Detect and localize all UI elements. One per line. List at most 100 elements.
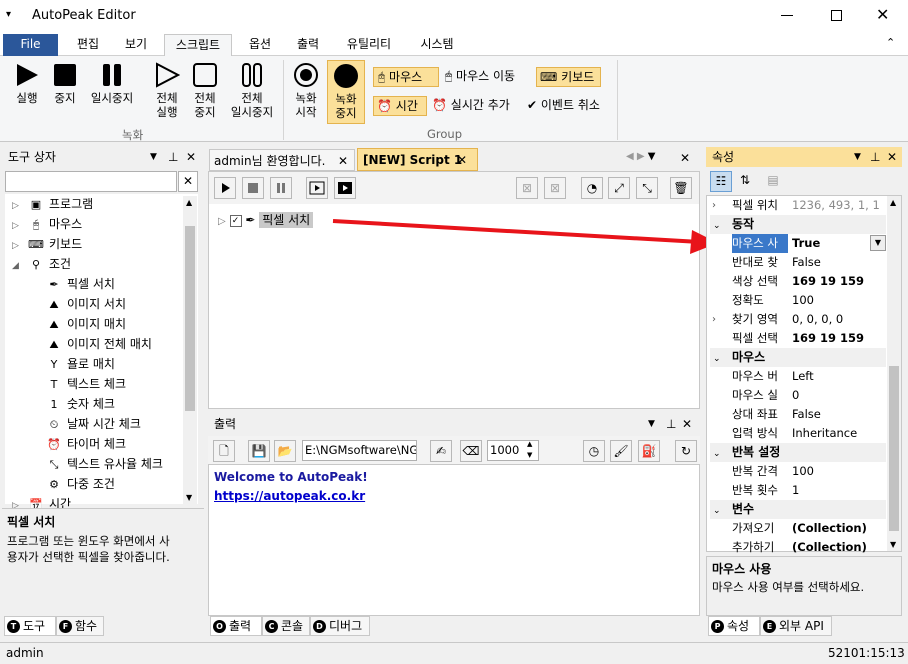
property-row[interactable]: 정확도 100 bbox=[710, 291, 886, 310]
toolbox-item[interactable]: ▷ ⌨ 키보드 bbox=[12, 235, 82, 253]
property-category[interactable]: ⌄ 반복 설정 bbox=[710, 443, 886, 462]
property-row[interactable]: 마우스 실 0 bbox=[710, 386, 886, 405]
clock-button[interactable]: ◷ bbox=[583, 440, 605, 462]
pin-icon[interactable]: ⊥ bbox=[666, 414, 676, 434]
record-start-button[interactable]: 녹화 시작 bbox=[288, 62, 324, 119]
collapse-arrow-icon[interactable]: ◢ bbox=[12, 257, 26, 275]
open-folder-button[interactable]: 📂 bbox=[274, 440, 296, 462]
tab-output-panel[interactable]: O 출력 bbox=[210, 616, 262, 636]
run-selected-button[interactable] bbox=[334, 177, 356, 199]
pin-icon[interactable]: ⊥ bbox=[168, 147, 178, 167]
property-value[interactable]: (Collection) bbox=[792, 519, 888, 538]
close-icon[interactable]: ✕ bbox=[338, 150, 348, 172]
close-icon[interactable]: ✕ bbox=[887, 147, 897, 167]
tab-output[interactable]: 출력 bbox=[286, 34, 330, 56]
tab-options[interactable]: 옵션 bbox=[238, 34, 282, 56]
toolbox-search-input[interactable] bbox=[5, 171, 177, 192]
property-row[interactable]: 추가하기 (Collection) bbox=[710, 538, 886, 557]
refresh-button[interactable]: ↻ bbox=[675, 440, 697, 462]
tab-utility[interactable]: 유틸리티 bbox=[336, 34, 402, 56]
property-row[interactable]: 입력 방식 Inheritance bbox=[710, 424, 886, 443]
toolbox-item[interactable]: ⏲ 날짜 시간 체크 bbox=[44, 415, 141, 433]
property-row[interactable]: 반복 간격 100 bbox=[710, 462, 886, 481]
property-value[interactable]: False bbox=[792, 405, 888, 424]
toolbox-search-clear-button[interactable]: ✕ bbox=[178, 171, 198, 192]
tab-system[interactable]: 시스템 bbox=[410, 34, 464, 56]
property-row[interactable]: 마우스 버 Left bbox=[710, 367, 886, 386]
event-cancel-toggle[interactable]: ✔ 이벤트 취소 bbox=[527, 96, 600, 116]
delete-button[interactable]: ⊠ bbox=[516, 177, 538, 199]
tab-tools[interactable]: T 도구 bbox=[4, 616, 56, 636]
sort-az-button[interactable]: ⇅ bbox=[734, 171, 756, 192]
close-button[interactable]: ✕ bbox=[876, 5, 889, 24]
property-value[interactable]: Inheritance bbox=[792, 424, 888, 443]
new-output-button[interactable]: 🗋 bbox=[213, 440, 235, 462]
run-script-button[interactable] bbox=[214, 177, 236, 199]
record-stop-button[interactable]: 녹화 중지 bbox=[327, 60, 365, 124]
tab-script[interactable]: 스크립트 bbox=[164, 34, 232, 56]
doc-tab-welcome[interactable]: admin님 환영합니다. ✕ bbox=[209, 149, 355, 171]
fill-button[interactable]: ⛽ bbox=[638, 440, 660, 462]
property-value[interactable]: 100 bbox=[792, 291, 888, 310]
expand-button[interactable]: ⤢ bbox=[608, 177, 630, 199]
delete-all-button[interactable]: ⊠ bbox=[544, 177, 566, 199]
expand-arrow-icon[interactable]: ▷ bbox=[12, 217, 26, 235]
toolbox-item[interactable]: ▷ 🖰 마우스 bbox=[12, 215, 82, 233]
history-button[interactable]: ◔ bbox=[581, 177, 603, 199]
property-value[interactable]: 1 bbox=[792, 481, 888, 500]
save-button[interactable]: 💾 bbox=[248, 440, 270, 462]
toolbox-item[interactable]: ✒ 픽셀 서치 bbox=[44, 275, 115, 293]
property-value[interactable]: 0, 0, 0, 0 bbox=[792, 310, 888, 329]
all-play-button[interactable]: 전체 실행 bbox=[148, 62, 186, 119]
property-row[interactable]: 픽셀 선택 169 19 159 bbox=[710, 329, 886, 348]
output-number-stepper[interactable]: 1000 ▲ ▼ bbox=[487, 440, 539, 461]
system-menu-icon[interactable]: ▾ bbox=[6, 9, 11, 20]
doc-tab-nav[interactable]: ◀ ▶ ▼ bbox=[626, 151, 655, 162]
property-row[interactable]: 색상 선택 169 19 159 bbox=[710, 272, 886, 291]
close-icon[interactable]: ✕ bbox=[680, 151, 690, 165]
tab-debug[interactable]: D 디버그 bbox=[310, 616, 370, 636]
property-category[interactable]: ⌄ 마우스 bbox=[710, 348, 886, 367]
toolbox-item[interactable]: ⏰ 타이머 체크 bbox=[44, 435, 126, 453]
toolbox-item[interactable]: ▷ ▣ 프로그램 bbox=[12, 195, 93, 213]
expand-arrow-icon[interactable]: ▷ bbox=[12, 197, 26, 215]
maximize-button[interactable] bbox=[831, 10, 842, 21]
tab-edit[interactable]: 편집 bbox=[66, 34, 110, 56]
pause-button[interactable]: 일시중지 bbox=[86, 62, 138, 105]
pause-script-button[interactable] bbox=[270, 177, 292, 199]
expand-arrow-icon[interactable]: ▷ bbox=[12, 237, 26, 255]
property-row[interactable]: 가져오기 (Collection) bbox=[710, 519, 886, 538]
property-pages-button[interactable]: ▤ bbox=[762, 171, 784, 192]
eraser-button[interactable]: ⌫ bbox=[460, 440, 482, 462]
clear-format-button[interactable]: ✍ bbox=[430, 440, 452, 462]
toolbox-item[interactable]: Y 욜로 매치 bbox=[44, 355, 115, 373]
dropdown-icon[interactable]: ▼ bbox=[150, 147, 157, 167]
dropdown-icon[interactable]: ▼ bbox=[854, 147, 861, 167]
time-toggle[interactable]: ⏰ 시간 bbox=[373, 96, 427, 116]
toolbox-item[interactable]: ⚙ 다중 조건 bbox=[44, 475, 115, 493]
tab-properties[interactable]: P 속성 bbox=[708, 616, 760, 636]
expand-arrow-icon[interactable]: ▷ bbox=[218, 216, 226, 227]
website-link[interactable]: https://autopeak.co.kr bbox=[214, 486, 694, 506]
properties-scrollbar[interactable]: ▲ ▼ bbox=[887, 196, 901, 551]
collapse-ribbon-icon[interactable]: ⌃ bbox=[886, 36, 895, 49]
realtime-add-toggle[interactable]: ⏰ 실시간 추가 bbox=[432, 96, 510, 116]
property-row[interactable]: 반복 횟수 1 bbox=[710, 481, 886, 500]
close-icon[interactable]: ✕ bbox=[457, 149, 467, 172]
toolbox-item[interactable]: ⛰ 이미지 매치 bbox=[44, 315, 126, 333]
value-dropdown-button[interactable]: ▼ bbox=[870, 235, 886, 251]
mouse-toggle[interactable]: 🖰 마우스 bbox=[373, 67, 439, 87]
property-category[interactable]: ⌄ 변수 bbox=[710, 500, 886, 519]
expand-arrow-icon[interactable]: › bbox=[712, 310, 716, 329]
property-row[interactable]: 반대로 찾 False bbox=[710, 253, 886, 272]
categorized-view-button[interactable]: ☷ bbox=[710, 171, 732, 192]
play-button[interactable]: 실행 bbox=[8, 62, 46, 105]
minimize-button[interactable] bbox=[781, 15, 793, 16]
tab-functions[interactable]: F 함수 bbox=[56, 616, 104, 636]
mouse-move-toggle[interactable]: 🖱 마우스 이동 bbox=[445, 67, 515, 87]
script-node[interactable]: ▷ ✓ ✒ 픽셀 서치 bbox=[218, 211, 314, 230]
spin-icon[interactable]: ▲ ▼ bbox=[527, 439, 532, 461]
toolbox-item[interactable]: ◢ ⚲ 조건 bbox=[12, 255, 71, 273]
node-checkbox[interactable]: ✓ bbox=[229, 214, 242, 227]
property-row[interactable]: › 픽셀 위치 1236, 493, 1, 1 bbox=[710, 196, 886, 215]
